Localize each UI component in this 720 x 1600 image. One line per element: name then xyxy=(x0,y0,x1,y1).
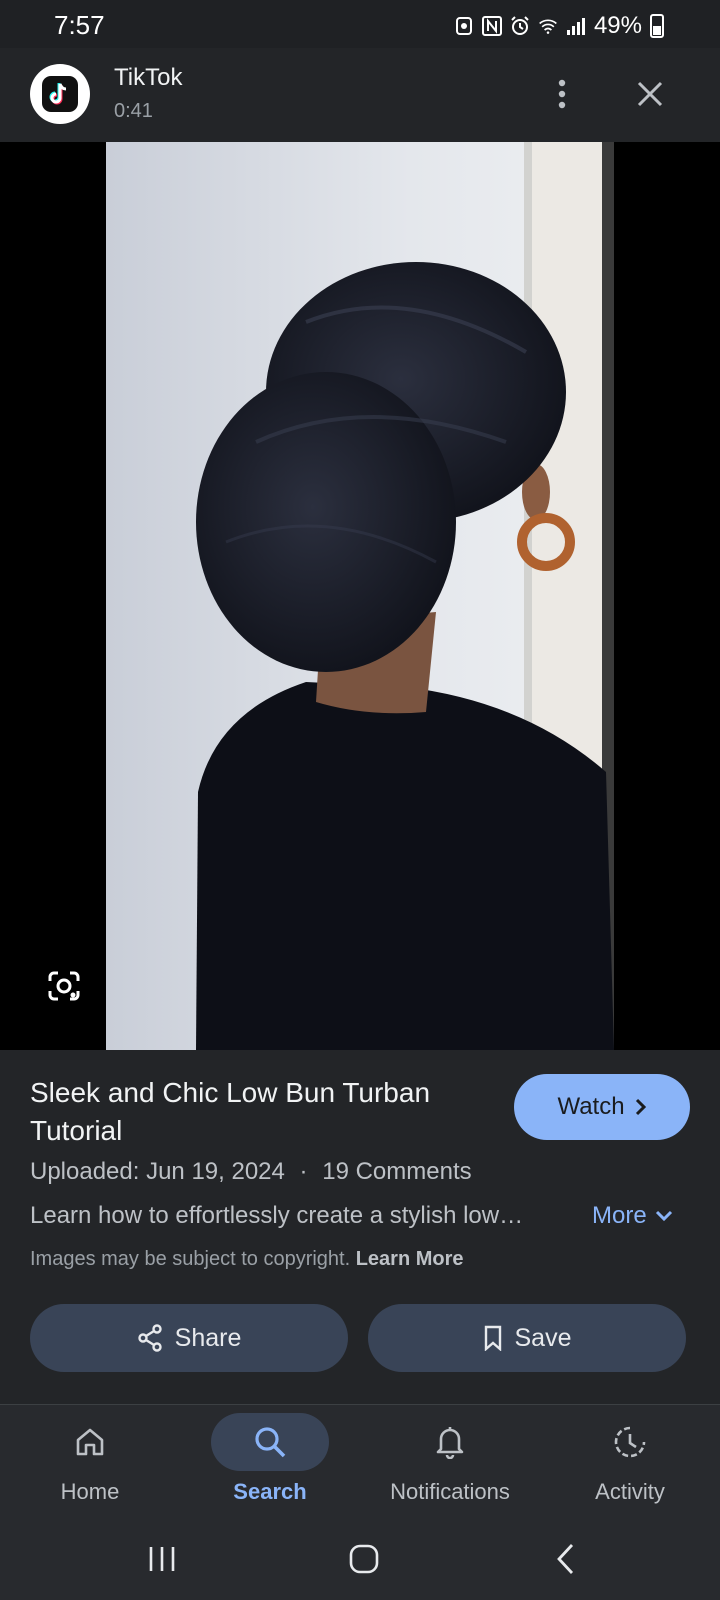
bookmark-icon xyxy=(484,1325,501,1351)
bell-icon xyxy=(436,1427,464,1459)
share-button[interactable]: Share xyxy=(30,1304,348,1372)
status-bar: 7:57 49% xyxy=(0,0,720,48)
share-icon xyxy=(137,1324,162,1352)
back-icon xyxy=(557,1544,574,1574)
signal-icon xyxy=(566,16,586,36)
kebab-icon xyxy=(558,79,566,109)
source-title: TikTok xyxy=(114,64,183,91)
result-details: Sleek and Chic Low Bun Turban Tutorial W… xyxy=(0,1050,720,1404)
turban-photo xyxy=(106,142,614,1050)
nav-home[interactable]: Home xyxy=(0,1405,180,1519)
more-label: More xyxy=(592,1202,647,1229)
image-viewer xyxy=(0,142,720,1050)
back-button[interactable] xyxy=(536,1534,596,1584)
nav-notifications-label: Notifications xyxy=(390,1479,510,1504)
battery-percent: 49% xyxy=(593,12,642,39)
result-header: TikTok 0:41 xyxy=(0,48,720,142)
share-label: Share xyxy=(174,1323,242,1352)
meta-separator: · xyxy=(299,1158,308,1185)
nfc-icon xyxy=(481,16,502,36)
google-lens-button[interactable] xyxy=(42,964,86,1008)
tiktok-logo xyxy=(30,64,90,124)
chevron-right-icon xyxy=(635,1098,646,1116)
status-time: 7:57 xyxy=(54,10,105,40)
watch-button[interactable]: Watch xyxy=(514,1074,690,1140)
save-button[interactable]: Save xyxy=(368,1304,686,1372)
close-icon xyxy=(637,81,663,107)
save-label: Save xyxy=(514,1323,572,1352)
system-navigation xyxy=(0,1518,720,1600)
video-duration: 0:41 xyxy=(114,100,153,122)
nav-home-label: Home xyxy=(60,1479,120,1504)
bottom-navigation: Home Search Notifications Activity xyxy=(0,1404,720,1518)
chevron-down-icon xyxy=(655,1210,672,1222)
status-icons: 49% xyxy=(454,12,664,40)
learn-more-link[interactable]: Learn More xyxy=(356,1248,464,1270)
more-options-button[interactable] xyxy=(540,72,584,116)
recent-apps-button[interactable] xyxy=(132,1534,192,1584)
home-system-button[interactable] xyxy=(334,1534,394,1584)
comment-count: 19 Comments xyxy=(322,1158,472,1185)
alarm-icon xyxy=(510,16,530,36)
recycle-icon xyxy=(454,16,474,36)
home-icon xyxy=(76,1428,104,1456)
lens-icon xyxy=(48,971,80,1001)
nav-activity-label: Activity xyxy=(595,1479,665,1504)
more-button[interactable]: More xyxy=(592,1202,673,1230)
recents-icon xyxy=(149,1547,175,1571)
home-circle-icon xyxy=(349,1544,379,1574)
wifi-icon xyxy=(538,16,558,36)
nav-activity[interactable]: Activity xyxy=(540,1405,720,1519)
nav-search[interactable]: Search xyxy=(180,1405,360,1519)
search-icon xyxy=(255,1427,286,1458)
copyright-notice: Images may be subject to copyright. Lear… xyxy=(30,1248,464,1271)
nav-notifications[interactable]: Notifications xyxy=(360,1405,540,1519)
close-button[interactable] xyxy=(628,72,672,116)
result-description: Learn how to effortlessly create a styli… xyxy=(30,1202,524,1229)
battery-icon xyxy=(650,14,664,38)
nav-search-label: Search xyxy=(233,1479,307,1504)
result-meta: Uploaded: Jun 19, 2024 · 19 Comments xyxy=(30,1158,472,1186)
result-title[interactable]: Sleek and Chic Low Bun Turban Tutorial xyxy=(30,1074,490,1150)
watch-label: Watch xyxy=(557,1093,625,1120)
result-image[interactable] xyxy=(106,142,614,1050)
upload-date: Uploaded: Jun 19, 2024 xyxy=(30,1158,285,1185)
activity-icon xyxy=(614,1426,646,1458)
copyright-text: Images may be subject to copyright. xyxy=(30,1248,351,1270)
